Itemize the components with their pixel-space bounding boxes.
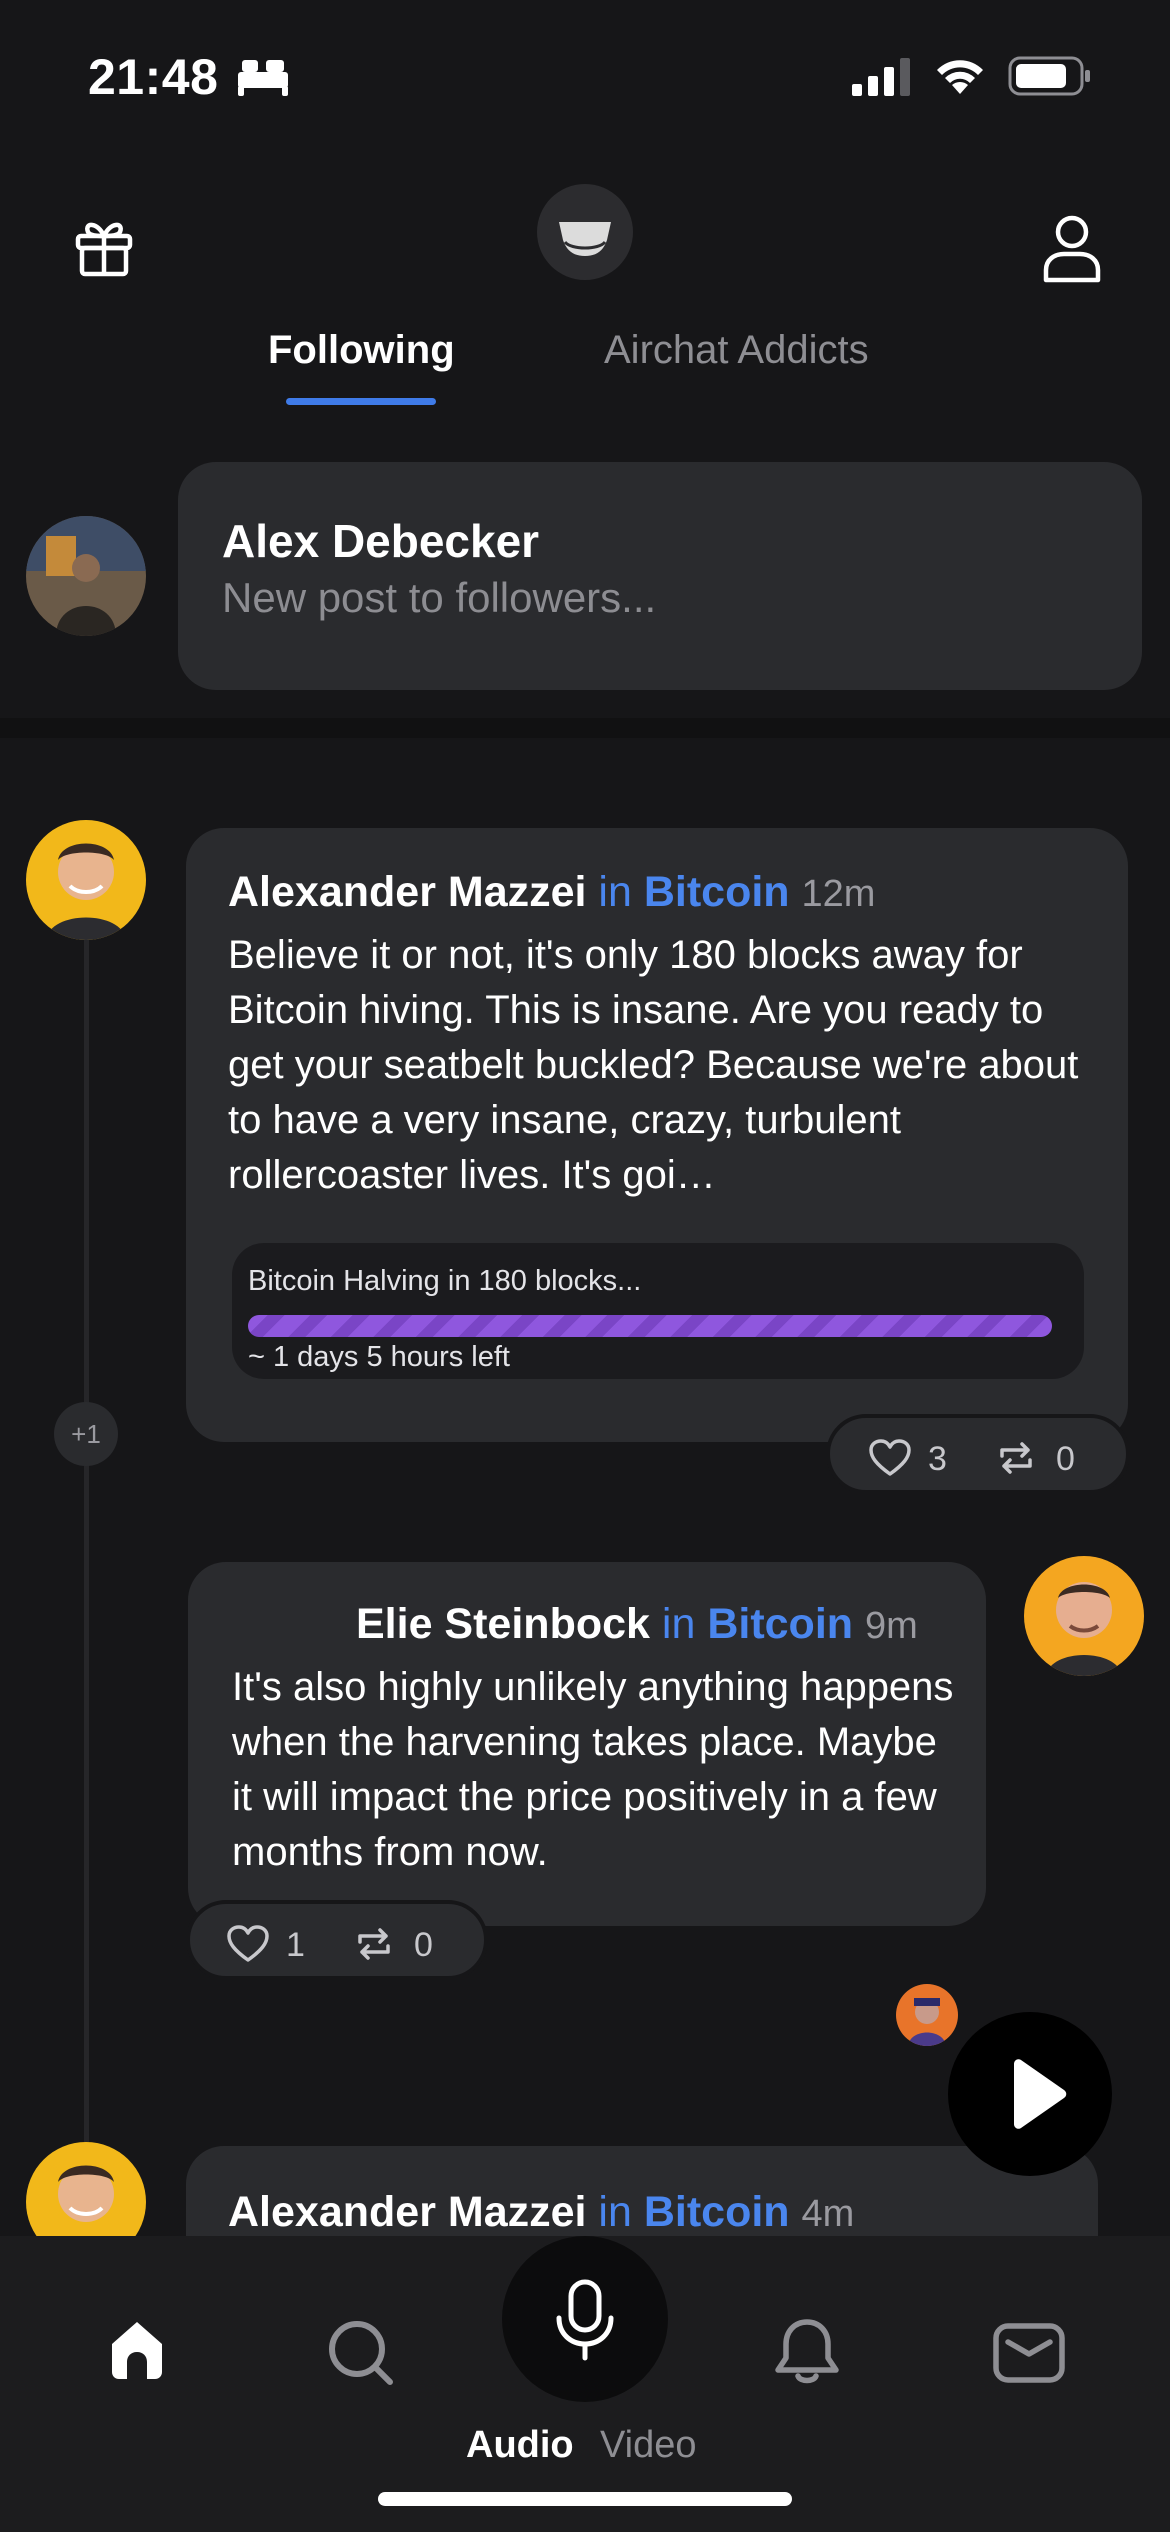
thread-more-badge[interactable]: +1: [54, 1402, 118, 1466]
heart-icon[interactable]: [226, 1924, 270, 1964]
post-author-avatar[interactable]: [26, 820, 146, 940]
heart-icon[interactable]: [868, 1438, 912, 1478]
post-header: Alexander Mazzei in Bitcoin 12m: [228, 868, 875, 917]
tab-airchat-addicts[interactable]: Airchat Addicts: [604, 328, 869, 373]
post-header: Alexander Mazzei in Bitcoin 4m: [228, 2188, 854, 2237]
post-author-avatar[interactable]: [1024, 1556, 1144, 1676]
post-in-label: in: [661, 1600, 696, 1648]
logo-mark: [559, 222, 611, 256]
composer-name: Alex Debecker: [222, 515, 540, 567]
avatar-image: [26, 820, 146, 940]
status-time: 21:48: [88, 49, 219, 105]
wifi-icon: [937, 60, 983, 94]
play-button[interactable]: [948, 2012, 1112, 2176]
post-body: It's also highly unlikely anything happe…: [232, 1665, 954, 1874]
repost-count: 0: [414, 1926, 433, 1964]
bed-icon: [238, 60, 288, 96]
post-body: Believe it or not, it's only 180 blocks …: [228, 933, 1079, 1197]
post-time: 9m: [864, 1605, 918, 1647]
repost-icon[interactable]: [354, 1926, 394, 1962]
post-channel[interactable]: Bitcoin: [644, 2188, 790, 2236]
post-in-label: in: [598, 868, 632, 916]
profile-icon[interactable]: [1040, 214, 1104, 284]
like-count: 1: [286, 1926, 305, 1964]
post-card[interactable]: Elie Steinbock in Bitcoin 9m It's also h…: [188, 1562, 986, 1926]
play-icon: [1014, 2059, 1067, 2129]
halving-countdown-widget: Bitcoin Halving in 180 blocks... ~ 1 day…: [232, 1243, 1084, 1379]
post-channel[interactable]: Bitcoin: [644, 868, 790, 916]
home-indicator: [378, 2492, 792, 2506]
post-reactions: 1 0: [186, 1900, 488, 1980]
new-post-composer[interactable]: Alex Debecker New post to followers...: [178, 462, 1142, 690]
status-bar: 21:48: [0, 0, 1170, 150]
airchat-logo-icon[interactable]: [537, 184, 633, 280]
search-icon[interactable]: [326, 2318, 396, 2388]
mode-video[interactable]: Video: [600, 2424, 697, 2467]
record-audio-button[interactable]: [502, 2236, 668, 2402]
repost-icon[interactable]: [996, 1440, 1036, 1476]
microphone-icon: [556, 2279, 614, 2361]
post-author[interactable]: Elie Steinbock: [356, 1600, 650, 1648]
app-screen: 21:48 Following Airchat Addicts Alex Deb…: [0, 0, 1170, 2532]
post-author[interactable]: Alexander Mazzei: [228, 868, 586, 916]
mode-audio[interactable]: Audio: [466, 2424, 574, 2467]
active-tab-indicator: [286, 398, 436, 405]
tab-following[interactable]: Following: [268, 328, 455, 373]
post-in-label: in: [598, 2188, 632, 2236]
halving-title: Bitcoin Halving in 180 blocks...: [248, 1265, 642, 1297]
home-icon[interactable]: [104, 2318, 170, 2382]
avatar-image: [26, 516, 146, 636]
divider: [0, 718, 1170, 738]
post-reactions: 3 0: [826, 1414, 1130, 1494]
inbox-icon[interactable]: [992, 2322, 1066, 2384]
post-time: 4m: [801, 2193, 855, 2235]
like-count: 3: [928, 1440, 947, 1478]
composer-placeholder: New post to followers...: [222, 574, 657, 621]
my-avatar[interactable]: [26, 516, 146, 636]
post-header: Elie Steinbock in Bitcoin 9m: [356, 1600, 918, 1649]
avatar-image: [1024, 1556, 1144, 1676]
thread-line: [84, 940, 89, 2240]
gift-icon[interactable]: [72, 214, 136, 278]
bell-icon[interactable]: [772, 2316, 842, 2388]
halving-subtitle: ~ 1 days 5 hours left: [248, 1341, 510, 1373]
battery-icon: [1008, 56, 1090, 96]
post-channel[interactable]: Bitcoin: [707, 1600, 853, 1648]
cellular-signal-icon: [852, 58, 910, 96]
bottom-nav: Audio Video: [0, 2236, 1170, 2532]
halving-progress-bar: [248, 1315, 1052, 1337]
post-time: 12m: [801, 873, 876, 915]
repost-count: 0: [1056, 1440, 1075, 1478]
post-author[interactable]: Alexander Mazzei: [228, 2188, 586, 2236]
